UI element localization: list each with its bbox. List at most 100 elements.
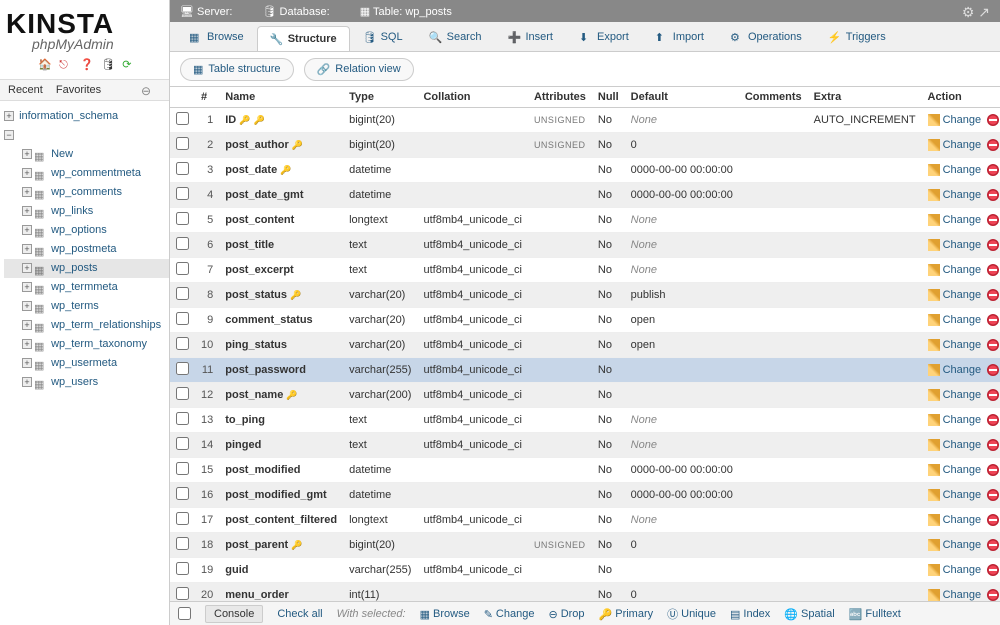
favorites-tab[interactable]: Favorites xyxy=(56,84,101,96)
header-name[interactable]: Name xyxy=(219,87,343,108)
row-checkbox[interactable] xyxy=(176,187,189,200)
table-structure-pill[interactable]: ▦Table structure xyxy=(180,58,294,81)
tab-import[interactable]: ⬆Import xyxy=(642,22,717,51)
change-link[interactable]: Change xyxy=(943,439,982,451)
reload-icon[interactable]: ⟳ xyxy=(122,58,136,72)
change-link[interactable]: Change xyxy=(943,214,982,226)
collapse-icon[interactable]: ⊖ xyxy=(141,84,151,98)
table-link[interactable]: wp_comments xyxy=(51,186,122,198)
table-link[interactable]: wp_users xyxy=(51,376,98,388)
db-link[interactable]: information_schema xyxy=(19,110,118,122)
expand-icon[interactable]: + xyxy=(22,187,32,197)
footer-browse[interactable]: ▦ Browse xyxy=(420,608,470,621)
header-comments[interactable]: Comments xyxy=(739,87,808,108)
table-link[interactable]: wp_terms xyxy=(51,300,99,312)
tab-operations[interactable]: ⚙Operations xyxy=(717,22,815,51)
tab-insert[interactable]: ➕Insert xyxy=(494,22,566,51)
change-link[interactable]: Change xyxy=(943,564,982,576)
footer-change[interactable]: ✎ Change xyxy=(484,608,535,621)
crumb-table[interactable]: ▦ Table: wp_posts xyxy=(360,5,452,18)
expand-icon[interactable]: + xyxy=(22,358,32,368)
change-link[interactable]: Change xyxy=(943,464,982,476)
collapse-icon[interactable]: − xyxy=(4,130,14,140)
change-link[interactable]: Change xyxy=(943,139,982,151)
change-link[interactable]: Change xyxy=(943,364,982,376)
change-link[interactable]: Change xyxy=(943,589,982,601)
tab-structure[interactable]: 🔧Structure xyxy=(257,26,350,51)
row-checkbox[interactable] xyxy=(176,287,189,300)
change-link[interactable]: Change xyxy=(943,264,982,276)
row-checkbox[interactable] xyxy=(176,387,189,400)
header-attributes[interactable]: Attributes xyxy=(528,87,592,108)
change-link[interactable]: Change xyxy=(943,414,982,426)
header-extra[interactable]: Extra xyxy=(808,87,922,108)
header-collation[interactable]: Collation xyxy=(417,87,527,108)
expand-icon[interactable]: + xyxy=(4,111,14,121)
table-link[interactable]: wp_usermeta xyxy=(51,357,117,369)
row-checkbox[interactable] xyxy=(176,437,189,450)
table-link[interactable]: wp_term_taxonomy xyxy=(51,338,147,350)
docs-icon[interactable]: ❓ xyxy=(80,58,94,72)
footer-unique[interactable]: Ⓤ Unique xyxy=(667,606,716,622)
gear-icon[interactable]: ⚙ ↗ xyxy=(962,4,990,21)
header-null[interactable]: Null xyxy=(592,87,625,108)
row-checkbox[interactable] xyxy=(176,112,189,125)
expand-icon[interactable]: + xyxy=(22,225,32,235)
row-checkbox[interactable] xyxy=(176,487,189,500)
header-number[interactable]: # xyxy=(195,87,219,108)
console-button[interactable]: Console xyxy=(205,605,263,623)
row-checkbox[interactable] xyxy=(176,462,189,475)
expand-icon[interactable]: + xyxy=(22,263,32,273)
footer-spatial[interactable]: 🌐 Spatial xyxy=(784,608,834,621)
check-all-link[interactable]: Check all xyxy=(277,608,322,620)
change-link[interactable]: Change xyxy=(943,389,982,401)
row-checkbox[interactable] xyxy=(176,587,189,600)
footer-primary[interactable]: 🔑 Primary xyxy=(599,608,654,621)
expand-icon[interactable]: + xyxy=(22,149,32,159)
change-link[interactable]: Change xyxy=(943,539,982,551)
row-checkbox[interactable] xyxy=(176,137,189,150)
header-type[interactable]: Type xyxy=(343,87,417,108)
expand-icon[interactable]: + xyxy=(22,244,32,254)
table-link[interactable]: wp_term_relationships xyxy=(51,319,161,331)
tab-export[interactable]: ⬇Export xyxy=(566,22,642,51)
recent-tab[interactable]: Recent xyxy=(8,84,43,96)
row-checkbox[interactable] xyxy=(176,312,189,325)
row-checkbox[interactable] xyxy=(176,237,189,250)
expand-icon[interactable]: + xyxy=(22,168,32,178)
change-link[interactable]: Change xyxy=(943,489,982,501)
home-icon[interactable]: 🏠 xyxy=(38,58,52,72)
footer-drop[interactable]: ⊖ Drop xyxy=(548,608,584,621)
row-checkbox[interactable] xyxy=(176,412,189,425)
logout-icon[interactable]: ⎋ xyxy=(59,59,73,73)
row-checkbox[interactable] xyxy=(176,562,189,575)
expand-icon[interactable]: + xyxy=(22,282,32,292)
table-link[interactable]: wp_links xyxy=(51,205,93,217)
expand-icon[interactable]: + xyxy=(22,301,32,311)
header-default[interactable]: Default xyxy=(625,87,739,108)
crumb-server[interactable]: 🖥 Server: xyxy=(180,5,233,18)
row-checkbox[interactable] xyxy=(176,212,189,225)
expand-icon[interactable]: + xyxy=(22,377,32,387)
change-link[interactable]: Change xyxy=(943,314,982,326)
change-link[interactable]: Change xyxy=(943,289,982,301)
tab-triggers[interactable]: ⚡Triggers xyxy=(815,22,899,51)
relation-view-pill[interactable]: 🔗Relation view xyxy=(304,58,414,81)
table-link[interactable]: New xyxy=(51,148,73,160)
change-link[interactable]: Change xyxy=(943,339,982,351)
row-checkbox[interactable] xyxy=(176,362,189,375)
row-checkbox[interactable] xyxy=(176,262,189,275)
tab-search[interactable]: 🔍Search xyxy=(416,22,495,51)
table-link[interactable]: wp_posts xyxy=(51,262,97,274)
crumb-database[interactable]: 🛢 Database: xyxy=(263,5,330,18)
tab-browse[interactable]: ▦Browse xyxy=(176,22,257,51)
change-link[interactable]: Change xyxy=(943,164,982,176)
footer-fulltext[interactable]: 🔤 Fulltext xyxy=(849,608,901,621)
table-link[interactable]: wp_options xyxy=(51,224,107,236)
change-link[interactable]: Change xyxy=(943,189,982,201)
expand-icon[interactable]: + xyxy=(22,320,32,330)
tab-sql[interactable]: 🛢SQL xyxy=(350,22,416,51)
change-link[interactable]: Change xyxy=(943,239,982,251)
row-checkbox[interactable] xyxy=(176,512,189,525)
table-link[interactable]: wp_commentmeta xyxy=(51,167,141,179)
